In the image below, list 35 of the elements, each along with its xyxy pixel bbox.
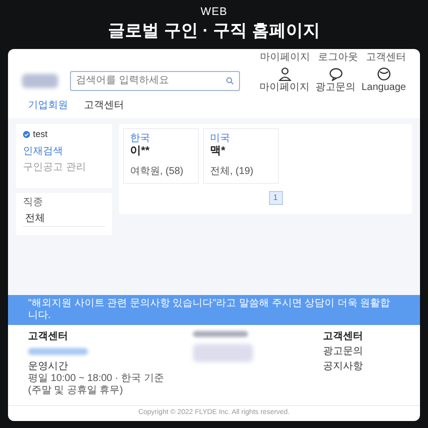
- footer-link[interactable]: 공지사항: [323, 361, 363, 373]
- candidate-card[interactable]: 미국 맥* 전체, (19): [203, 128, 279, 184]
- page-button[interactable]: 1: [268, 191, 282, 205]
- footer-heading: 고객센터: [323, 331, 363, 343]
- hours-title: 운영시간: [28, 361, 69, 373]
- filter-select[interactable]: 전체: [23, 211, 105, 227]
- hours-text: 평일 10:00 ~ 18:00 · 한국 기준: [28, 373, 165, 385]
- search-field[interactable]: 검색어를 입력하세요: [70, 70, 240, 90]
- phone-number: [28, 348, 88, 355]
- nav-tab[interactable]: 기업회원: [28, 100, 68, 112]
- company-info: [193, 344, 253, 362]
- filter-label: 직종: [23, 197, 44, 209]
- hours-text: (주말 및 공휴일 휴무): [28, 385, 124, 397]
- nav-tab[interactable]: 고객센터: [84, 100, 124, 112]
- top-link[interactable]: 고객센터: [366, 52, 406, 64]
- check-circle-icon: [23, 131, 30, 138]
- footer-link[interactable]: 광고문의: [323, 346, 363, 358]
- header-icon-button[interactable]: 광고문의: [316, 67, 356, 94]
- search-icon: [226, 76, 234, 84]
- user-name: test: [33, 129, 48, 140]
- top-link[interactable]: 로그아웃: [318, 52, 358, 64]
- header-icon-button[interactable]: 마이페이지: [260, 67, 310, 94]
- header-icon-button[interactable]: Language: [362, 67, 406, 94]
- top-link[interactable]: 마이페이지: [260, 52, 310, 64]
- chat-icon: [328, 67, 342, 81]
- logo: [22, 74, 58, 88]
- candidate-card[interactable]: 한국 이** 여학원, (58): [123, 128, 199, 184]
- user-icon: [278, 67, 292, 81]
- footer-heading: 고객센터: [28, 331, 69, 343]
- company-name: [193, 331, 248, 337]
- hero-title: 글로벌 구인 · 구직 홈페이지: [108, 21, 320, 41]
- globe-icon: [376, 67, 391, 81]
- notice-banner: "해외지원 사이트 관련 문의사항 있습니다"라고 말씀해 주시면 상담이 더욱 원활합니다.: [8, 295, 420, 325]
- hero-eyebrow: WEB: [200, 6, 228, 19]
- sidebar-item[interactable]: 인재검색: [23, 146, 105, 158]
